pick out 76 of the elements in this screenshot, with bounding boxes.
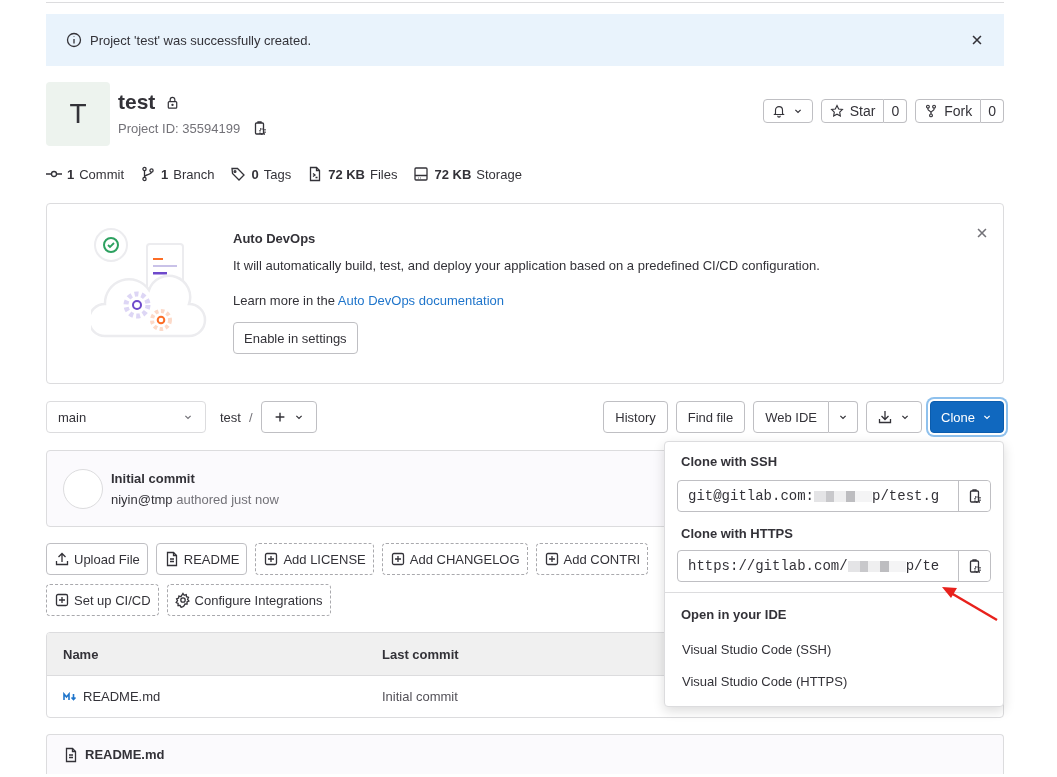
- stat-link[interactable]: 0 Tags: [230, 166, 292, 182]
- file-link[interactable]: README.md: [83, 689, 161, 704]
- close-icon[interactable]: [970, 33, 984, 47]
- action-button[interactable]: Upload File: [46, 543, 148, 575]
- redaction-blur: [847, 560, 906, 572]
- download-icon: [877, 409, 894, 425]
- toolbar-button[interactable]: History: [603, 401, 668, 433]
- star-count[interactable]: 0: [884, 99, 908, 123]
- bell-icon: [771, 104, 786, 118]
- copy-button[interactable]: [958, 481, 990, 511]
- alert-message: Project 'test' was successfully created.: [90, 32, 312, 48]
- redaction-blur: [814, 490, 873, 502]
- branch-dropdown[interactable]: main: [46, 401, 206, 433]
- url-field[interactable]: https://gitlab.com/ p/te: [677, 550, 991, 582]
- notification-button[interactable]: [762, 99, 813, 123]
- web-ide-button[interactable]: Web IDE: [753, 401, 830, 433]
- plus-square-icon: [389, 551, 406, 567]
- menu-item[interactable]: Visual Studio Code (SSH): [665, 633, 1003, 665]
- star-button[interactable]: Star: [820, 99, 885, 123]
- project-avatar: T: [46, 82, 110, 146]
- column-header: Last commit: [382, 646, 459, 662]
- project-name: test: [118, 90, 156, 114]
- info-icon: [66, 32, 82, 48]
- branch-icon: [140, 166, 156, 182]
- plus-square-icon: [263, 551, 280, 567]
- action-button[interactable]: Add CONTRI: [535, 543, 649, 575]
- url-field[interactable]: git@gitlab.com: p/test.g: [677, 480, 991, 512]
- action-button[interactable]: Add CHANGELOG: [381, 543, 528, 575]
- toolbar-button[interactable]: Find file: [675, 401, 746, 433]
- url-text: git@gitlab.com:: [688, 488, 815, 504]
- avatar-placeholder: [63, 468, 103, 509]
- stat-link[interactable]: 1 Branch: [140, 166, 215, 182]
- add-dropdown[interactable]: [260, 401, 317, 433]
- action-button[interactable]: Add LICENSE: [255, 543, 374, 575]
- stat-link[interactable]: 1 Commit: [46, 166, 124, 182]
- plus-square-icon: [54, 592, 70, 608]
- path-separator: /: [248, 409, 253, 425]
- fork-icon: [924, 104, 939, 118]
- url-text: p/test.g: [872, 488, 940, 504]
- action-button[interactable]: Configure Integrations: [166, 584, 331, 616]
- annotation-arrow: [942, 587, 998, 622]
- storage-icon: [413, 166, 430, 182]
- stat-link[interactable]: 72 KB Storage: [413, 166, 522, 182]
- upload-icon: [54, 551, 70, 567]
- copy-button[interactable]: [958, 551, 990, 581]
- project-id: Project ID: 35594199: [118, 120, 241, 136]
- table-cell: Initial commit: [382, 689, 458, 704]
- markdown-icon: [63, 691, 77, 702]
- copy-icon[interactable]: [252, 120, 269, 136]
- menu-heading: Clone with HTTPS: [681, 526, 793, 541]
- menu-heading: Open in your IDE: [681, 607, 787, 622]
- action-button[interactable]: README: [155, 543, 248, 575]
- settings-icon: [174, 592, 191, 608]
- download-dropdown[interactable]: [866, 401, 923, 433]
- commit-title[interactable]: Initial commit: [111, 470, 279, 486]
- action-button[interactable]: Set up CI/CD: [46, 584, 159, 616]
- breadcrumb-path: test: [220, 409, 241, 425]
- devops-title: Auto DevOps: [233, 231, 317, 246]
- documentation-link[interactable]: Auto DevOps documentation: [337, 293, 504, 308]
- star-icon: [829, 104, 844, 118]
- menu-item[interactable]: Visual Studio Code (HTTPS): [665, 665, 1003, 697]
- plus-square-icon: [543, 551, 560, 567]
- url-text: p/te: [905, 558, 940, 574]
- learn-more-text: Learn more in the Auto DevOps documentation: [233, 293, 505, 308]
- menu-heading: Clone with SSH: [681, 454, 778, 469]
- author-line: niyin@tmp authored just now: [111, 491, 279, 507]
- file-icon: [63, 746, 79, 763]
- readme-title: README.md: [85, 747, 165, 762]
- column-header: Name: [63, 646, 99, 662]
- stat-link[interactable]: 72 KB Files: [307, 166, 398, 182]
- fork-count[interactable]: 0: [981, 99, 1004, 123]
- fork-button[interactable]: Fork: [915, 99, 982, 123]
- tag-icon: [230, 166, 247, 182]
- url-text: https://gitlab.com/: [688, 558, 848, 574]
- devops-description: It will automatically build, test, and deploy your application based on a predefined CI/CD configuration.: [233, 258, 820, 273]
- enable-settings-button[interactable]: Enable in settings: [233, 322, 358, 354]
